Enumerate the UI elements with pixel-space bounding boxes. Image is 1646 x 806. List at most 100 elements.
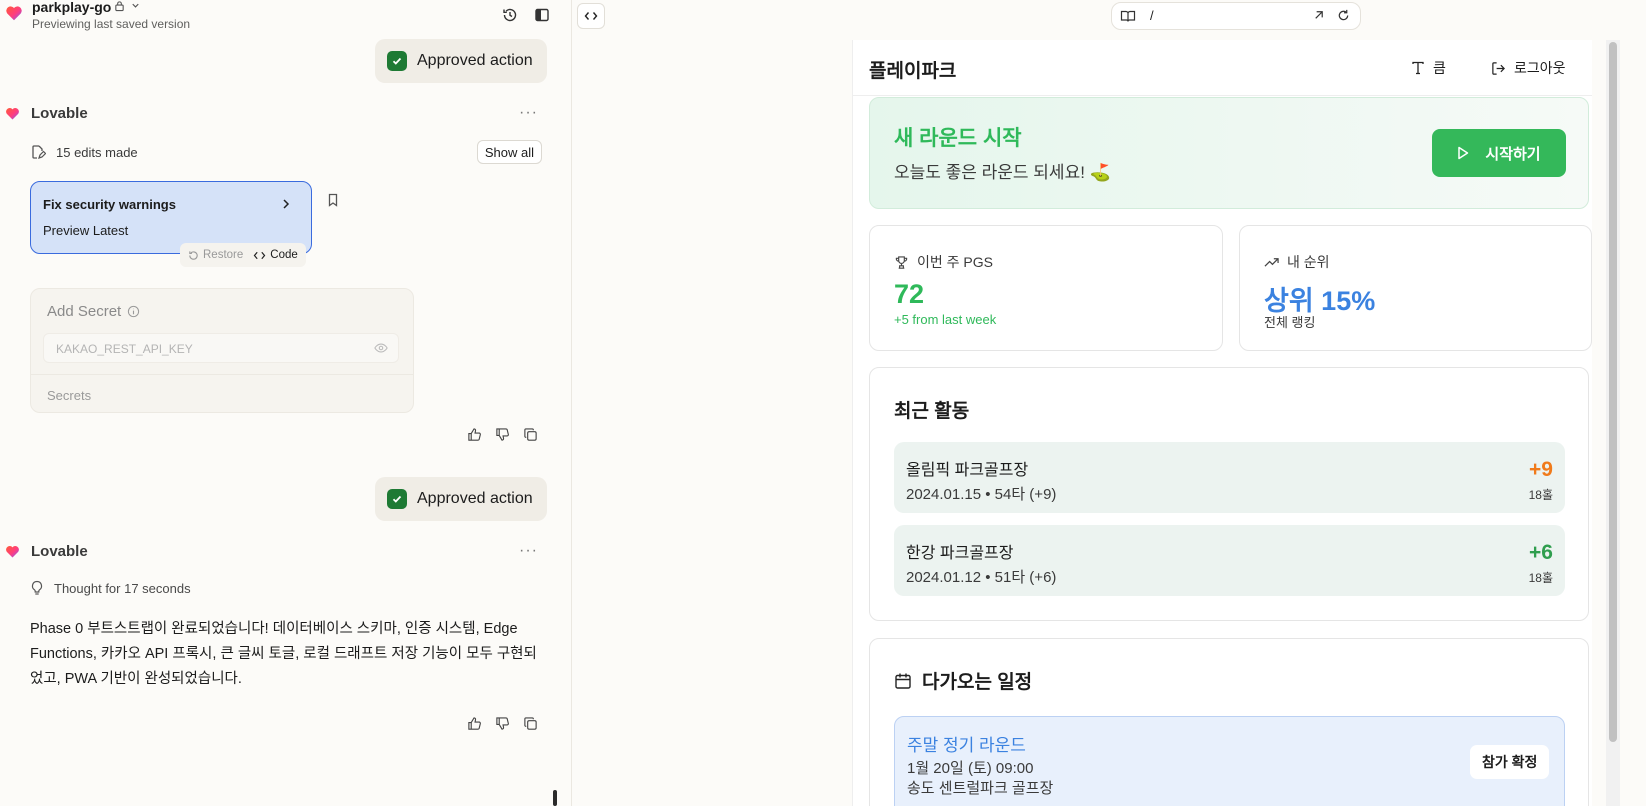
restore-button[interactable]: Restore [188,249,243,261]
code-view-toggle[interactable] [577,3,605,29]
activity-course: 한강 파크골프장 [906,545,1014,562]
copy-icon[interactable] [522,715,538,731]
font-size-label: 큼 [1433,60,1446,76]
thumbs-down-icon[interactable] [494,426,510,442]
preview-url-bar[interactable]: / [1111,2,1361,30]
bookmark-icon[interactable] [326,193,340,207]
more-options-icon[interactable]: ··· [519,104,538,122]
activity-holes: 18홀 [1528,571,1553,585]
chat-scrollbar[interactable] [553,790,557,806]
chevron-down-icon[interactable] [130,0,141,11]
thumbs-up-icon[interactable] [466,426,482,442]
start-round-title: 새 라운드 시작 [894,127,1022,150]
project-header: parkplay-go Previewing last saved versio… [0,0,571,32]
approved-action-label: Approved action [417,490,533,507]
list-item[interactable]: 한강 파크골프장 2024.01.12 • 51타 (+6) +6 18홀 [894,525,1565,596]
secrets-link[interactable]: Secrets [47,388,91,403]
approved-action-badge: Approved action [375,477,547,521]
add-secret-card: Add Secret KAKAO_REST_API_KEY Secrets [30,288,414,413]
edits-summary: 15 edits made Show all [30,140,542,166]
feedback-actions [466,426,538,442]
upcoming-schedule-card: 다가오는 일정 주말 정기 라운드 1월 20일 (토) 09:00 송도 센트… [869,638,1589,806]
activity-score: +6 [1529,541,1553,564]
assistant-name: Lovable [31,543,88,560]
history-icon[interactable] [500,5,520,25]
secret-key-value: KAKAO_REST_API_KEY [56,342,193,356]
assistant-message: Phase 0 부트스트랩이 완료되었습니다! 데이터베이스 스키마, 인증 시… [30,621,537,687]
activity-meta: 2024.01.15 • 54타 (+9) [906,486,1057,503]
my-rank-label-text: 내 순위 [1287,254,1330,270]
edits-count: 15 edits made [56,145,138,160]
page-selector-icon[interactable] [1120,9,1136,23]
trending-up-icon [1264,256,1279,268]
code-icon [584,10,598,22]
confirm-attendance-button[interactable]: 참가 확정 [1470,745,1550,779]
eye-icon[interactable] [374,342,388,354]
play-icon [1457,146,1469,160]
weekly-pgs-value: 72 [894,279,925,309]
weekly-pgs-card: 이번 주 PGS 72 +5 from last week [869,225,1223,351]
my-rank-label: 내 순위 [1264,252,1330,272]
font-size-toggle-button[interactable]: 큼 [1411,58,1446,78]
chat-panel: parkplay-go Previewing last saved versio… [0,0,571,806]
weekly-pgs-label-text: 이번 주 PGS [917,254,993,270]
code-button[interactable]: Code [253,249,298,261]
file-edit-icon [30,144,46,160]
logout-icon [1491,61,1506,76]
list-item[interactable]: 올림픽 파크골프장 2024.01.15 • 54타 (+9) +9 18홀 [894,442,1565,513]
info-icon[interactable] [127,305,140,318]
activity-score: +9 [1529,458,1553,481]
divider [31,374,413,375]
app-title: 플레이파크 [869,61,957,82]
approved-action-badge: Approved action [375,39,547,83]
recent-activity-title: 최근 활동 [894,401,970,422]
thought-label: Thought for 17 seconds [54,580,191,596]
refresh-icon[interactable] [1337,9,1350,22]
logout-label: 로그아웃 [1514,60,1566,76]
calendar-icon [894,672,912,690]
schedule-item[interactable]: 주말 정기 라운드 1월 20일 (토) 09:00 송도 센트럴파크 골프장 … [894,716,1565,806]
secret-key-input[interactable]: KAKAO_REST_API_KEY [43,333,399,363]
assistant-header: Lovable ··· [0,102,571,126]
thumbs-down-icon[interactable] [494,715,510,731]
url-path[interactable]: / [1150,8,1154,23]
check-icon [387,51,407,71]
copy-icon[interactable] [522,426,538,442]
open-external-icon[interactable] [1312,9,1325,22]
feedback-actions [466,715,538,731]
schedule-time: 1월 20일 (토) 09:00 [907,760,1034,777]
start-round-label: 시작하기 [1485,145,1541,163]
logout-button[interactable]: 로그아웃 [1491,58,1566,78]
project-status: Previewing last saved version [32,17,191,31]
more-options-icon[interactable]: ··· [519,542,538,560]
code-label: Code [270,249,298,261]
add-secret-label: Add Secret [47,303,122,320]
preview-panel: / 플레이파크 큼 로그아웃 새 라운드 시작 오늘도 좋은 라운드 되세요! … [571,0,1646,806]
sidebar-toggle-icon[interactable] [532,5,552,25]
version-title: Fix security warnings [43,197,176,212]
my-rank-card: 내 순위 상위 15% 전체 랭킹 [1239,225,1592,351]
assistant-header: Lovable ··· [0,540,571,564]
thumbs-up-icon[interactable] [466,715,482,731]
project-name[interactable]: parkplay-go [32,0,111,14]
recent-activity-card: 최근 활동 올림픽 파크골프장 2024.01.15 • 54타 (+9) +9… [869,367,1589,621]
approved-action-label: Approved action [417,52,533,69]
start-round-button[interactable]: 시작하기 [1432,129,1566,177]
weekly-pgs-label: 이번 주 PGS [894,252,993,272]
trophy-icon [894,255,909,270]
thought-indicator[interactable]: Thought for 17 seconds [30,580,191,596]
activity-meta: 2024.01.12 • 51타 (+6) [906,569,1057,586]
my-rank-sub: 전체 랭킹 [1264,315,1316,330]
upcoming-schedule-label: 다가오는 일정 [922,672,1033,693]
weekly-pgs-change: +5 from last week [894,312,997,327]
app-header: 플레이파크 큼 로그아웃 [853,40,1592,96]
chevron-right-icon[interactable] [279,197,293,211]
lovable-logo-icon [5,544,20,559]
show-all-button[interactable]: Show all [476,140,542,164]
start-round-subtitle: 오늘도 좋은 라운드 되세요! ⛳ [894,163,1111,182]
preview-scrollbar-thumb[interactable] [1609,42,1617,742]
check-icon [387,489,407,509]
code-icon [253,250,266,261]
preview-latest-link[interactable]: Preview Latest [43,223,128,238]
lovable-logo-icon[interactable] [5,4,23,22]
